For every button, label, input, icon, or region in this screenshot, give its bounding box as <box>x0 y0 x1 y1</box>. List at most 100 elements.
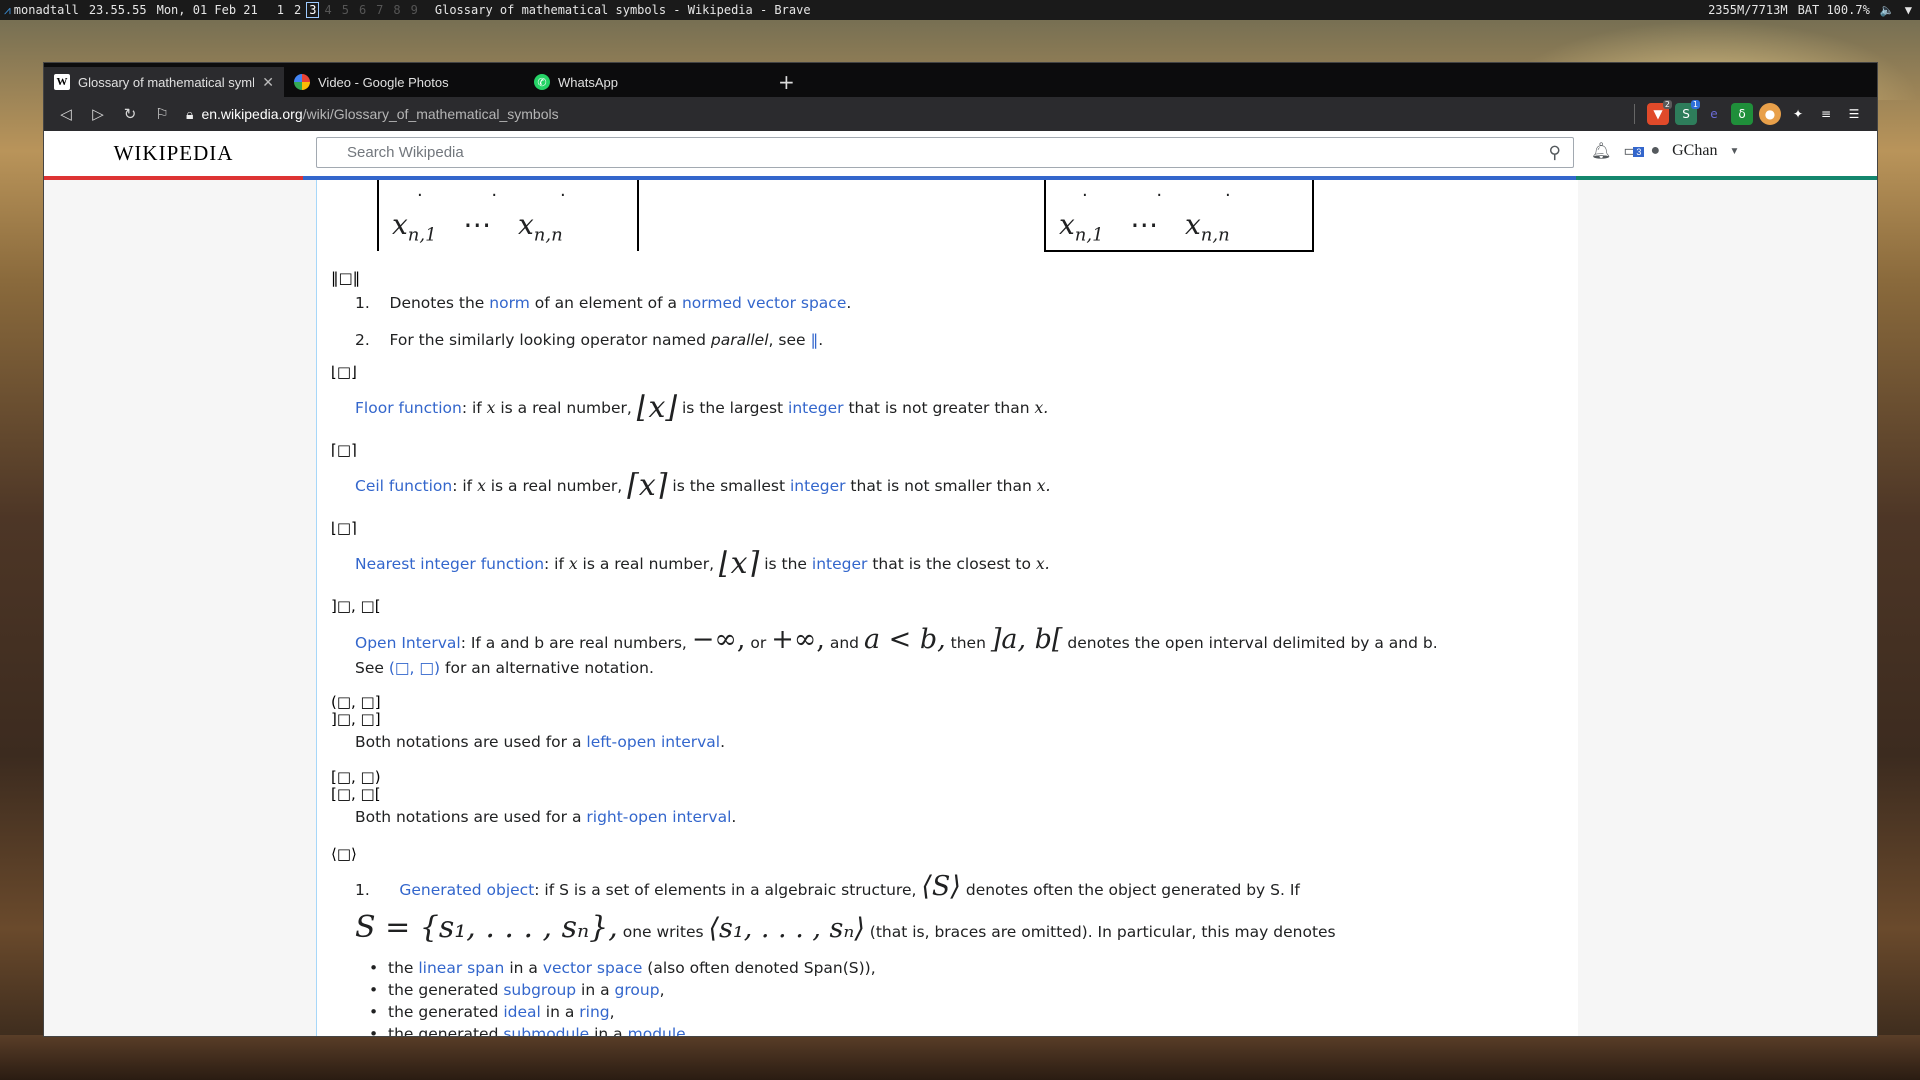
open-interval-link[interactable]: Open Interval <box>355 634 461 652</box>
norm-symbol-term: ‖□‖ <box>331 269 361 287</box>
bookmark-button[interactable]: ⚐ <box>148 100 176 128</box>
workspace-6[interactable]: 6 <box>354 3 371 17</box>
close-tab-icon[interactable]: ✕ <box>262 74 274 91</box>
generated-object-item-1: 1. Generated object: if S is a set of el… <box>355 871 1300 902</box>
ceil-definition: Ceil function: if x is a real number, ⌈x… <box>355 468 1051 503</box>
workspace-7[interactable]: 7 <box>371 3 388 17</box>
left-open-interval-link[interactable]: left-open interval <box>586 733 720 751</box>
floor-function-link[interactable]: Floor function <box>355 399 462 417</box>
navigation-bar: ◁ ▷ ↻ ⚐ 🔒︎ en.wikipedia.org/wiki/Glossar… <box>44 97 1877 131</box>
extension-sync-icon[interactable]: S1 <box>1675 100 1700 125</box>
lock-icon[interactable]: 🔒︎ <box>186 106 193 123</box>
generated-object-link[interactable]: Generated object <box>399 881 534 899</box>
date: Mon, 01 Feb 21 <box>156 3 258 17</box>
ceil-function-link[interactable]: Ceil function <box>355 477 452 495</box>
left-open-definition: Both notations are used for a left-open … <box>355 733 726 751</box>
integer-link[interactable]: integer <box>788 399 844 417</box>
open-interval-see-also: See (□, □) for an alternative notation. <box>355 659 654 677</box>
nearest-integer-function-link[interactable]: Nearest integer function <box>355 555 544 573</box>
header-accent-green <box>1576 176 1877 180</box>
linear-span-link[interactable]: linear span <box>418 959 504 977</box>
ring-link[interactable]: ring <box>579 1003 609 1021</box>
whatsapp-favicon-icon: ✆ <box>534 74 550 90</box>
search-icon[interactable]: ⚲ <box>1549 143 1561 163</box>
brave-shields-badge: 2 <box>1662 100 1672 109</box>
wifi-icon[interactable]: ▼ <box>1905 3 1912 17</box>
wallpaper-rocks <box>0 1035 1920 1080</box>
generated-object-symbol-term: ⟨□⟩ <box>331 845 357 863</box>
integer-link[interactable]: integer <box>812 555 868 573</box>
left-open-symbol-term-2: ]□, □] <box>331 710 381 728</box>
article-content: · · · xn,1 ⋯ xn,n · · · xn,1 ⋯ xn,n ‖□‖ … <box>316 180 1578 1036</box>
tab-google-photos[interactable]: Video - Google Photos <box>284 67 524 97</box>
extension-delta-icon[interactable]: δ <box>1731 103 1753 125</box>
toolbar-divider <box>1634 104 1635 124</box>
workspace-2[interactable]: 2 <box>289 3 306 17</box>
brave-shields-icon[interactable]: ▼ 2 <box>1647 100 1672 125</box>
workspace-9[interactable]: 9 <box>406 3 423 17</box>
tab-label: WhatsApp <box>558 74 618 90</box>
normed-vector-space-link[interactable]: normed vector space <box>682 294 846 312</box>
extension-exp-icon[interactable]: e <box>1703 103 1725 125</box>
generated-object-continuation: S = {s₁, . . . , sₙ}, one writes ⟨s₁, . … <box>355 910 1336 945</box>
notifications-bell-icon[interactable]: 🔔︎ <box>1591 141 1611 161</box>
norm-link[interactable]: norm <box>489 294 530 312</box>
floor-symbol-term: ⌊□⌋ <box>331 363 357 381</box>
url-path: /wiki/Glossary_of_mathematical_symbols <box>302 106 559 122</box>
browser-window: W Glossary of mathematical symb ✕ Video … <box>43 62 1878 1037</box>
battery-status: BAT 100.7% <box>1797 3 1870 17</box>
workspace-5[interactable]: 5 <box>337 3 354 17</box>
search-input[interactable]: Search Wikipedia ⚲ <box>316 137 1574 168</box>
norm-item-2: 2. For the similarly looking operator na… <box>355 331 824 349</box>
new-tab-button[interactable]: + <box>764 67 809 97</box>
reload-button[interactable]: ↻ <box>116 100 144 128</box>
distro-icon: ⩘ <box>4 2 11 17</box>
tab-label: Glossary of mathematical symb <box>78 74 255 90</box>
tab-strip: W Glossary of mathematical symb ✕ Video … <box>44 63 1877 97</box>
generated-bullet-2: • the generated subgroup in a group, <box>369 981 665 999</box>
workspace-3[interactable]: 3 <box>306 2 320 18</box>
subgroup-link[interactable]: subgroup <box>503 981 576 999</box>
submodule-link[interactable]: submodule <box>503 1025 589 1036</box>
nearest-symbol-term: ⌊□⌉ <box>331 519 357 537</box>
alerts-icon[interactable]: ▭ 3 <box>1623 141 1645 161</box>
wikipedia-logo[interactable]: WIKIPEDIA <box>44 141 303 166</box>
workspace-list: 123456789 <box>272 2 423 18</box>
workspace-4[interactable]: 4 <box>319 3 336 17</box>
chevron-down-icon[interactable]: ▼ <box>1729 146 1739 157</box>
username-link[interactable]: GChan <box>1672 142 1717 160</box>
extensions-puzzle-icon[interactable]: ✦ <box>1787 103 1809 125</box>
header-accent-red <box>44 176 303 180</box>
open-interval-definition: Open Interval: If a and b are real numbe… <box>355 624 1438 655</box>
tab-whatsapp[interactable]: ✆ WhatsApp <box>524 67 764 97</box>
workspace-8[interactable]: 8 <box>388 3 405 17</box>
group-link[interactable]: group <box>615 981 660 999</box>
norm-item-1: 1. Denotes the norm of an element of a n… <box>355 294 852 312</box>
back-button[interactable]: ◁ <box>52 100 80 128</box>
nearest-definition: Nearest integer function: if x is a real… <box>355 546 1050 581</box>
address-bar[interactable]: 🔒︎ en.wikipedia.org/wiki/Glossary_of_mat… <box>180 106 1630 123</box>
forward-button[interactable]: ▷ <box>84 100 112 128</box>
module-link[interactable]: module <box>628 1025 686 1036</box>
extension-circle-icon[interactable]: ● <box>1759 103 1781 125</box>
right-open-interval-link[interactable]: right-open interval <box>586 808 731 826</box>
closed-open-notation-link[interactable]: (□, □) <box>389 659 440 677</box>
volume-icon[interactable]: 🔈 <box>1880 3 1895 17</box>
matrix-left-dots: · · · <box>417 185 566 206</box>
alerts-badge: 3 <box>1633 147 1645 157</box>
vector-space-link[interactable]: vector space <box>543 959 643 977</box>
right-open-symbol-term-2: [□, □[ <box>331 785 381 803</box>
menu-icon[interactable]: ☰ <box>1843 103 1865 125</box>
ideal-link[interactable]: ideal <box>503 1003 541 1021</box>
integer-link[interactable]: integer <box>790 477 846 495</box>
window-title: Glossary of mathematical symbols - Wikip… <box>434 3 811 17</box>
system-bar: ⩘ monadtall 23.55.55 Mon, 01 Feb 21 1234… <box>0 0 1920 20</box>
open-interval-symbol-term: ]□, □[ <box>331 597 381 615</box>
extension-sync-badge: 1 <box>1690 100 1700 109</box>
google-photos-favicon-icon <box>294 74 310 90</box>
workspace-1[interactable]: 1 <box>272 3 289 17</box>
tab-wikipedia[interactable]: W Glossary of mathematical symb ✕ <box>44 67 284 97</box>
wikipedia-favicon-icon: W <box>54 74 70 90</box>
clock: 23.55.55 <box>88 3 147 17</box>
playlist-icon[interactable]: ≡ <box>1815 103 1837 125</box>
